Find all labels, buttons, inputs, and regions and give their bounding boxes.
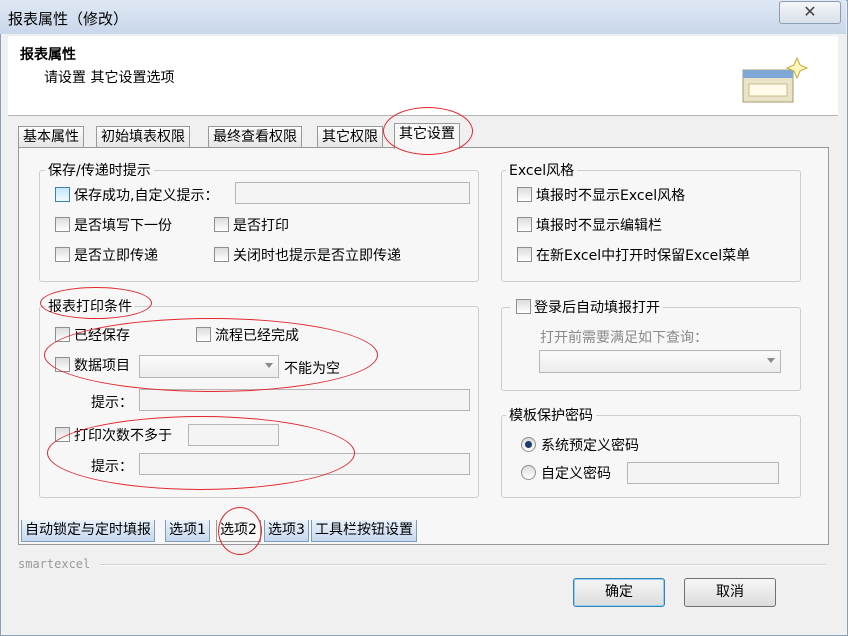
hint1-input[interactable] — [139, 389, 470, 411]
no-editbar-checkbox[interactable] — [517, 217, 532, 232]
no-excel-style-label: 填报时不显示Excel风格 — [536, 188, 686, 204]
hint2-input[interactable] — [139, 453, 470, 475]
header-title: 报表属性 — [20, 47, 76, 63]
data-item-select[interactable] — [139, 355, 279, 378]
save-success-input[interactable] — [235, 182, 470, 204]
chevron-down-icon — [265, 363, 273, 368]
keep-menu-label: 在新Excel中打开时保留Excel菜单 — [536, 248, 751, 264]
tab-option1[interactable]: 选项1 — [165, 520, 210, 542]
close-prompt-checkbox[interactable] — [214, 247, 229, 262]
hint1-label: 提示： — [91, 395, 133, 411]
tab-basic[interactable]: 基本属性 — [18, 126, 84, 148]
send-now-checkbox[interactable] — [55, 247, 70, 262]
tab-option2[interactable]: 选项2 — [216, 520, 261, 542]
print-query-checkbox[interactable] — [214, 217, 229, 232]
header-subtitle: 请设置 其它设置选项 — [44, 70, 175, 86]
flow-done-checkbox[interactable] — [196, 327, 211, 342]
custom-password-label: 自定义密码 — [541, 466, 611, 482]
print-condition-legend: 报表打印条件 — [45, 296, 135, 316]
print-query-label: 是否打印 — [233, 218, 289, 234]
custom-password-input[interactable] — [627, 462, 779, 484]
radio-selected-dot — [525, 441, 532, 448]
not-empty-label: 不能为空 — [284, 361, 340, 377]
save-success-label: 保存成功,自定义提示： — [74, 188, 219, 204]
flow-done-label: 流程已经完成 — [215, 328, 299, 344]
data-item-label: 数据项目 — [74, 358, 130, 374]
excel-style-legend: Excel风格 — [506, 160, 578, 180]
system-password-label: 系统预定义密码 — [541, 438, 639, 454]
window-sparkle-icon — [742, 56, 809, 103]
close-icon[interactable]: ✕ — [803, 2, 816, 21]
auto-open-query-select[interactable] — [539, 350, 781, 373]
fill-next-label: 是否填写下一份 — [74, 218, 172, 234]
no-excel-style-checkbox[interactable] — [517, 187, 532, 202]
print-limit-checkbox[interactable] — [55, 427, 70, 442]
system-password-radio[interactable] — [521, 437, 536, 452]
title-bar: 报表属性（修改） ✕ — [0, 0, 846, 34]
bottom-tab-strip: 自动锁定与定时填报 选项1 选项2 选项3 工具栏按钮设置 — [21, 520, 441, 542]
tab-auto-lock[interactable]: 自动锁定与定时填报 — [21, 520, 155, 542]
fill-next-checkbox[interactable] — [55, 217, 70, 232]
tab-final-view[interactable]: 最终查看权限 — [208, 126, 302, 148]
print-limit-input[interactable] — [188, 424, 279, 446]
saved-checkbox[interactable] — [55, 327, 70, 342]
template-password-group — [501, 415, 801, 498]
tab-option3[interactable]: 选项3 — [264, 520, 309, 542]
keep-menu-checkbox[interactable] — [517, 247, 532, 262]
auto-open-legend: 登录后自动填报打开 — [510, 297, 663, 317]
close-button[interactable]: ✕ — [779, 1, 841, 24]
close-prompt-label: 关闭时也提示是否立即传递 — [233, 248, 401, 264]
save-prompt-legend: 保存/传递时提示 — [45, 160, 154, 180]
auto-open-group — [501, 307, 801, 391]
tab-initial-fill[interactable]: 初始填表权限 — [96, 126, 190, 148]
ok-button[interactable]: 确定 — [573, 578, 665, 607]
brand-label: smartexcel — [18, 557, 91, 571]
send-now-label: 是否立即传递 — [74, 248, 158, 264]
no-editbar-label: 填报时不显示编辑栏 — [536, 218, 662, 234]
chevron-down-icon — [767, 358, 775, 363]
template-password-legend: 模板保护密码 — [506, 405, 596, 425]
tab-other-perm[interactable]: 其它权限 — [317, 126, 383, 148]
auto-open-query-label: 打开前需要满足如下查询： — [540, 330, 708, 346]
hint2-label: 提示： — [91, 459, 133, 475]
save-success-checkbox[interactable] — [55, 187, 70, 202]
auto-open-checkbox[interactable] — [516, 299, 531, 314]
cancel-button[interactable]: 取消 — [684, 578, 776, 607]
dialog-header: 报表属性 请设置 其它设置选项 — [8, 36, 838, 116]
print-limit-label: 打印次数不多于 — [74, 428, 172, 444]
tab-other-settings[interactable]: 其它设置 — [394, 123, 460, 149]
footer-divider — [100, 564, 826, 566]
data-item-checkbox[interactable] — [55, 357, 70, 372]
saved-label: 已经保存 — [74, 328, 130, 344]
window-title: 报表属性（修改） — [8, 10, 129, 28]
custom-password-radio[interactable] — [521, 465, 536, 480]
tab-toolbar-buttons[interactable]: 工具栏按钮设置 — [311, 520, 417, 542]
